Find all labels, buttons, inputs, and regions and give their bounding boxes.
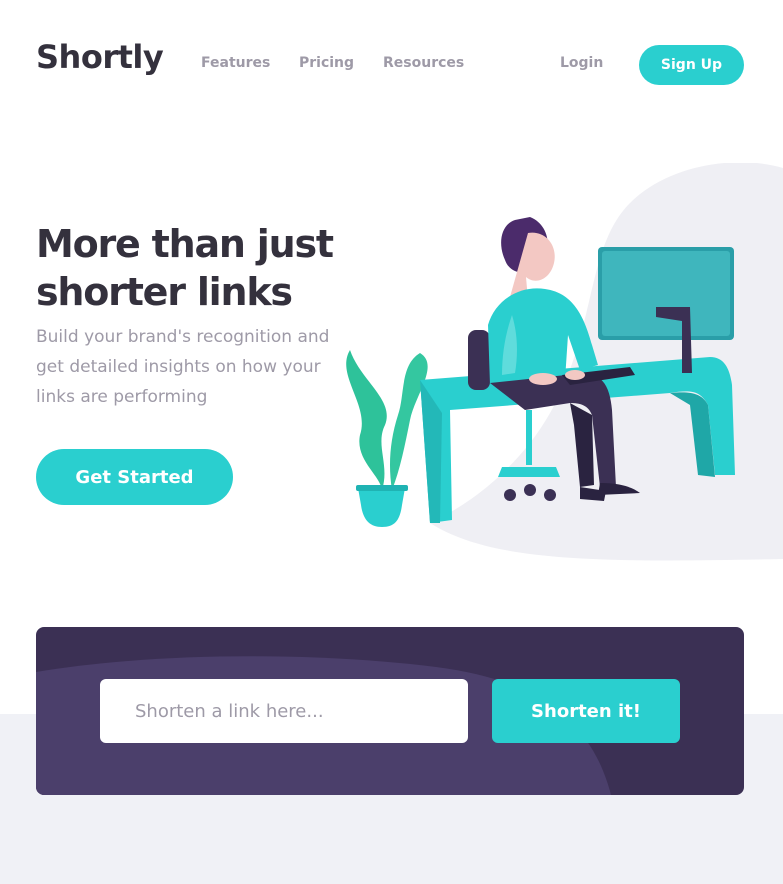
get-started-button[interactable]: Get Started xyxy=(36,449,233,505)
shorten-it-button[interactable]: Shorten it! xyxy=(492,679,680,743)
login-link[interactable]: Login xyxy=(560,55,603,71)
working-illustration xyxy=(346,217,735,527)
shorten-link-input[interactable] xyxy=(100,679,468,743)
nav-link-resources[interactable]: Resources xyxy=(383,55,464,71)
shorten-form-card: Shorten it! xyxy=(36,627,744,795)
hero-title: More than just shorter links xyxy=(36,222,334,314)
nav-link-pricing[interactable]: Pricing xyxy=(299,55,354,71)
signup-button[interactable]: Sign Up xyxy=(639,45,744,85)
logo[interactable]: Shortly xyxy=(36,38,164,76)
nav-link-features[interactable]: Features xyxy=(201,55,270,71)
hero-subtitle: Build your brand's recognition and get d… xyxy=(36,327,330,407)
